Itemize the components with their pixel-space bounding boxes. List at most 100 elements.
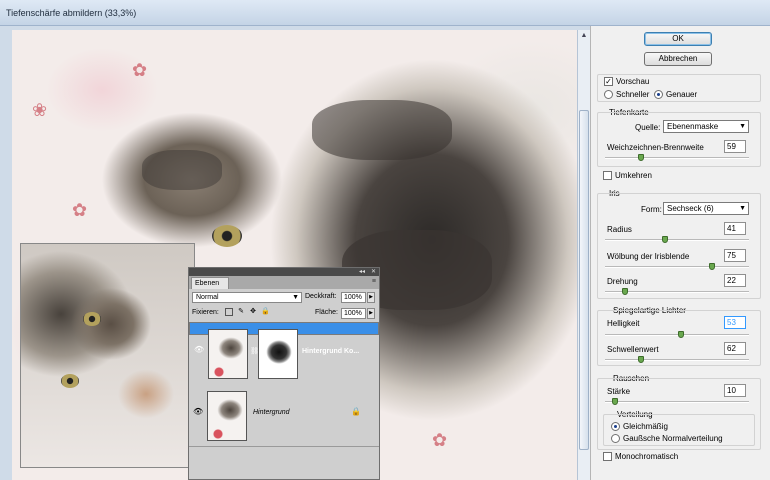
lock-all-icon[interactable]: 🔒 (261, 308, 270, 316)
radius-input[interactable]: 41 (724, 222, 746, 235)
eye-icon[interactable]: 👁 (194, 345, 204, 355)
lock-icon: 🔒 (351, 407, 361, 416)
amount-input[interactable]: 10 (724, 384, 746, 397)
source-select[interactable]: Ebenenmaske ▼ (663, 120, 749, 133)
layer-name[interactable]: Hintergrund Ko... (302, 347, 359, 357)
amount-label: Stärke (607, 387, 631, 396)
panel-tab-row: Ebenen ≡ (189, 276, 379, 289)
window-title: Tiefenschärfe abmildern (33,3%) (6, 8, 137, 18)
close-icon[interactable]: ✕ (371, 268, 376, 275)
radius-label: Radius (607, 225, 632, 234)
curvature-label: Wölbung der Irisblende (607, 252, 690, 261)
fill-input[interactable]: 100% (341, 308, 366, 319)
focus-label: Weichzeichnen-Brennweite (607, 143, 704, 152)
curvature-input[interactable]: 75 (724, 249, 746, 262)
preview-scrollbar[interactable]: ▲ (577, 30, 590, 480)
controls-panel: OK Abbrechen ✓ Vorschau Schneller Genaue… (590, 26, 770, 480)
fill-arrow-icon[interactable]: ▶ (367, 308, 375, 319)
brightness-input[interactable]: 53 (724, 316, 746, 329)
uniform-label: Gleichmäßig (623, 422, 668, 431)
cancel-button[interactable]: Abbrechen (644, 52, 712, 66)
monochrome-checkbox[interactable] (603, 452, 612, 461)
shape-value: Sechseck (6) (667, 204, 714, 213)
monochrome-label: Monochromatisch (615, 452, 679, 461)
rotation-slider-knob[interactable] (621, 288, 628, 295)
preview-label: Vorschau (616, 77, 650, 86)
threshold-slider-knob[interactable] (638, 356, 645, 363)
layer-row-background[interactable]: 👁 Hintergrund 🔒 (189, 385, 379, 447)
panel-header: ◂◂ ✕ (189, 268, 379, 276)
fur-stripe (312, 100, 452, 160)
curvature-slider[interactable] (605, 263, 749, 270)
gaussian-radio[interactable] (611, 434, 620, 443)
threshold-input[interactable]: 62 (724, 342, 746, 355)
focus-slider[interactable] (605, 154, 749, 161)
source-value: Ebenenmaske (667, 122, 719, 131)
radius-slider-knob[interactable] (661, 236, 668, 243)
curvature-slider-knob[interactable] (708, 263, 715, 270)
amount-slider[interactable] (605, 398, 749, 405)
preview-checkbox[interactable]: ✓ (604, 77, 613, 86)
rotation-label: Drehung (607, 277, 638, 286)
lock-row: Fixieren: ✎ ✥ 🔒 Fläche: 100% ▶ (189, 306, 379, 321)
shape-label: Form: (641, 205, 662, 214)
chevron-down-icon: ▼ (292, 294, 299, 301)
blend-mode-select[interactable]: Normal ▼ (192, 292, 302, 303)
fur-stripe (142, 150, 222, 190)
invert-checkbox[interactable] (603, 171, 612, 180)
fill-label: Fläche: (315, 309, 338, 316)
flower-pattern-icon: ✿ (432, 430, 448, 450)
cat-eye-icon (212, 225, 242, 247)
lock-move-icon[interactable]: ✥ (249, 308, 257, 316)
tab-layers[interactable]: Ebenen (191, 277, 229, 289)
layer-thumbnail (207, 391, 247, 441)
threshold-label: Schwellenwert (607, 345, 659, 354)
fast-label: Schneller (616, 90, 650, 99)
accurate-radio[interactable] (654, 90, 663, 99)
title-bar: Tiefenschärfe abmildern (33,3%) (0, 0, 770, 26)
cat-eye-icon (61, 374, 79, 388)
panel-menu-icon[interactable]: ≡ (372, 278, 376, 285)
layers-panel: ◂◂ ✕ Ebenen ≡ Normal ▼ Deckkraft: 100% ▶… (188, 267, 380, 480)
chevron-down-icon: ▼ (739, 205, 746, 212)
amount-slider-knob[interactable] (611, 398, 618, 405)
flower-pattern-icon: ❀ (32, 100, 48, 120)
rotation-input[interactable]: 22 (724, 274, 746, 287)
collapse-icon[interactable]: ◂◂ (359, 268, 365, 275)
lock-brush-icon[interactable]: ✎ (237, 308, 245, 316)
accurate-label: Genauer (666, 90, 698, 99)
eye-icon[interactable]: 👁 (193, 407, 203, 416)
brightness-slider-knob[interactable] (678, 331, 685, 338)
brightness-slider[interactable] (605, 331, 749, 338)
chevron-down-icon: ▼ (739, 123, 746, 130)
blend-row: Normal ▼ Deckkraft: 100% ▶ (189, 290, 379, 305)
opacity-arrow-icon[interactable]: ▶ (367, 292, 375, 303)
layer-thumbnail (208, 329, 248, 379)
uniform-radio[interactable] (611, 422, 620, 431)
scroll-up-icon[interactable]: ▲ (580, 32, 588, 40)
opacity-label: Deckkraft: (305, 293, 337, 300)
source-label: Quelle: (635, 123, 661, 132)
overlay-photo (20, 243, 195, 468)
scroll-thumb[interactable] (579, 110, 589, 450)
shape-select[interactable]: Sechseck (6) ▼ (663, 202, 749, 215)
layer-mask-thumbnail[interactable] (258, 329, 298, 379)
threshold-slider[interactable] (605, 356, 749, 363)
layer-row-copy[interactable]: 👁 ⛓ Hintergrund Ko... (189, 322, 379, 379)
flower-pattern-icon: ✿ (132, 60, 148, 80)
cat-eye-icon (83, 312, 101, 326)
flower-pattern-icon: ✿ (72, 200, 88, 220)
opacity-input[interactable]: 100% (341, 292, 366, 303)
fast-radio[interactable] (604, 90, 613, 99)
preview-group: ✓ Vorschau Schneller Genauer (597, 74, 761, 102)
rotation-slider[interactable] (605, 288, 749, 295)
focus-input[interactable]: 59 (724, 140, 746, 153)
brightness-label: Helligkeit (607, 319, 640, 328)
radius-slider[interactable] (605, 236, 749, 243)
lock-transparency-icon[interactable] (225, 308, 233, 316)
focus-slider-knob[interactable] (638, 154, 645, 161)
layer-name[interactable]: Hintergrund (253, 409, 290, 416)
gaussian-label: Gaußsche Normalverteilung (623, 434, 723, 443)
blend-mode-value: Normal (196, 294, 219, 301)
ok-button[interactable]: OK (644, 32, 712, 46)
